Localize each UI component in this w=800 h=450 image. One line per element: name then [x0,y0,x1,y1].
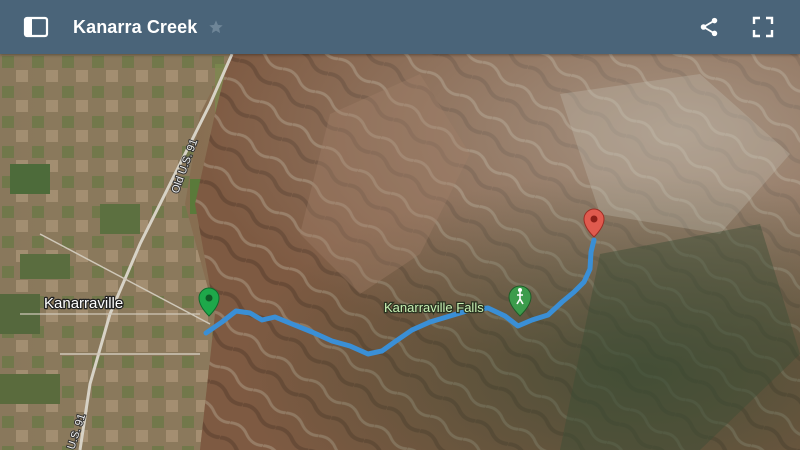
share-button[interactable] [696,14,722,40]
sidebar-toggle-button[interactable] [21,12,51,42]
fullscreen-icon [752,16,774,38]
satellite-map[interactable]: Old U.S. 91 U.S. 91 Kanarraville Kanarra… [0,54,800,450]
sidebar-toggle-icon [23,16,49,38]
map-canvas[interactable]: Old U.S. 91 U.S. 91 Kanarraville Kanarra… [0,54,800,450]
poi-label-kanarraville-falls: Kanarraville Falls [384,300,484,315]
app-header: Kanarra Creek [0,0,800,54]
hiker-icon [518,288,522,292]
share-icon [700,17,718,37]
favorite-button[interactable] [207,18,225,36]
town-label-kanarraville: Kanarraville [44,295,123,312]
fullscreen-button[interactable] [750,14,776,40]
star-icon [209,20,224,34]
map-title: Kanarra Creek [73,16,198,37]
